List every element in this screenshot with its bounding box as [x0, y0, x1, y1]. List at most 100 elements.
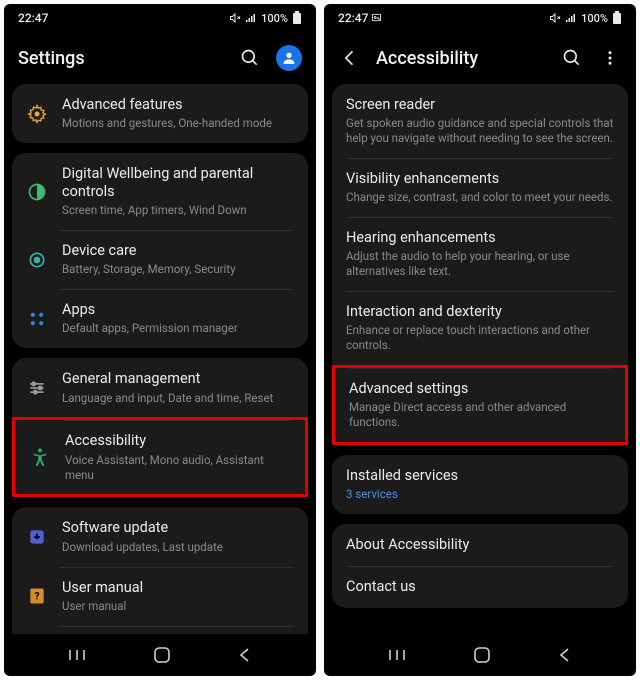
item-label: Hearing enhancements	[346, 229, 614, 247]
item-text: Device care Battery, Storage, Memory, Sec…	[62, 242, 294, 277]
settings-item-about-phone[interactable]: About phoneStatus, Legal information, Ph…	[12, 626, 308, 634]
settings-item-screen-reader[interactable]: Screen reader Get spoken audio guidance a…	[332, 84, 628, 158]
settings-group: Installed services 3 services	[332, 455, 628, 514]
accessibility-list[interactable]: Screen reader Get spoken audio guidance a…	[324, 84, 636, 634]
item-label: Installed services	[346, 467, 614, 485]
nav-home[interactable]	[153, 646, 171, 664]
item-desc: Adjust the audio to help your hearing, o…	[346, 249, 614, 279]
item-desc: Battery, Storage, Memory, Security	[62, 262, 294, 277]
item-label: Interaction and dexterity	[346, 303, 614, 321]
header: Accessibility	[324, 32, 636, 84]
item-text: General managementLanguage and input, Da…	[62, 370, 294, 405]
item-text: Screen reader Get spoken audio guidance a…	[346, 96, 614, 146]
mute-icon	[229, 12, 241, 24]
item-desc: 3 services	[346, 487, 614, 502]
profile-avatar[interactable]	[276, 45, 302, 71]
settings-item-about-accessibility[interactable]: About Accessibility	[332, 524, 628, 566]
nav-back[interactable]	[237, 647, 253, 663]
item-label: Visibility enhancements	[346, 170, 614, 188]
settings-item-contact-us[interactable]: Contact us	[332, 566, 628, 608]
svg-text:?: ?	[35, 591, 40, 602]
more-button[interactable]	[598, 46, 622, 70]
settings-item-software-update[interactable]: Software updateDownload updates, Last up…	[12, 507, 308, 566]
battery-icon	[292, 11, 302, 25]
back-button[interactable]	[338, 46, 362, 70]
item-label: Apps	[62, 301, 294, 319]
item-label: Digital Wellbeing and parental controls	[62, 165, 294, 201]
battery-pct: 100%	[261, 12, 288, 25]
item-desc: Default apps, Permission manager	[62, 321, 294, 336]
nav-recent[interactable]	[387, 648, 407, 662]
settings-item-hearing-enhancements[interactable]: Hearing enhancements Adjust the audio to …	[332, 217, 628, 291]
settings-screen: 22:47 100% Settings Advanced features Mot…	[4, 4, 316, 676]
settings-item-visibility-enhancements[interactable]: Visibility enhancements Change size, cont…	[332, 158, 628, 217]
apps-icon	[26, 308, 48, 330]
item-desc: Enhance or replace touch interactions an…	[346, 323, 614, 353]
item-desc: Motions and gestures, One-handed mode	[62, 116, 294, 131]
status-right: 100%	[549, 11, 622, 25]
item-text: Hearing enhancements Adjust the audio to …	[346, 229, 614, 279]
search-button[interactable]	[560, 46, 584, 70]
general-mgmt-icon	[26, 377, 48, 399]
item-desc: User manual	[62, 599, 294, 614]
settings-list[interactable]: Advanced features Motions and gestures, O…	[4, 84, 316, 634]
item-label: Screen reader	[346, 96, 614, 114]
page-title: Accessibility	[376, 48, 546, 69]
nav-recent[interactable]	[67, 648, 87, 662]
mute-icon	[549, 12, 561, 24]
settings-item-general-management[interactable]: General managementLanguage and input, Da…	[12, 358, 308, 417]
status-bar: 22:47 100%	[324, 4, 636, 32]
settings-group: Advanced features Motions and gestures, O…	[12, 84, 308, 143]
item-text: User manual User manual	[62, 579, 294, 614]
settings-group: General managementLanguage and input, Da…	[12, 358, 308, 497]
item-label: Accessibility	[65, 432, 291, 450]
header: Settings	[4, 32, 316, 84]
nav-back[interactable]	[557, 647, 573, 663]
settings-item-interaction-and-dexterity[interactable]: Interaction and dexterity Enhance or repl…	[332, 291, 628, 365]
settings-item-installed-services[interactable]: Installed services 3 services	[332, 455, 628, 514]
item-text: Apps Default apps, Permission manager	[62, 301, 294, 336]
signal-icon	[245, 12, 257, 24]
advanced-features-icon	[26, 103, 48, 125]
search-button[interactable]	[238, 46, 262, 70]
item-text: Advanced features Motions and gestures, O…	[62, 96, 294, 131]
item-label: User manual	[62, 579, 294, 597]
nav-bar	[4, 634, 316, 676]
user-manual-icon: ?	[26, 585, 48, 607]
settings-group: About Accessibility Contact us	[332, 524, 628, 608]
item-label: Software update	[62, 519, 294, 537]
page-title: Settings	[18, 48, 224, 69]
software-update-icon	[26, 526, 48, 548]
battery-icon	[612, 11, 622, 25]
item-text: Software updateDownload updates, Last up…	[62, 519, 294, 554]
status-time: 22:47	[18, 11, 48, 25]
item-text: Installed services 3 services	[346, 467, 614, 502]
settings-item-accessibility[interactable]: AccessibilityVoice Assistant, Mono audio…	[12, 417, 308, 497]
wellbeing-icon	[26, 181, 48, 203]
battery-pct: 100%	[581, 12, 608, 25]
status-time: 22:47	[338, 11, 382, 25]
status-right: 100%	[229, 11, 302, 25]
item-label: Device care	[62, 242, 294, 260]
item-desc: Screen time, App timers, Wind Down	[62, 203, 294, 218]
settings-item-advanced-settings[interactable]: Advanced settingsManage Direct access an…	[332, 365, 628, 445]
device-care-icon	[26, 249, 48, 271]
item-text: Digital Wellbeing and parental controls S…	[62, 165, 294, 218]
settings-item-digital-wellbeing-and-parental-controls[interactable]: Digital Wellbeing and parental controls S…	[12, 153, 308, 230]
item-text: Interaction and dexterity Enhance or repl…	[346, 303, 614, 353]
nav-bar	[324, 634, 636, 676]
nav-home[interactable]	[473, 646, 491, 664]
item-desc: Change size, contrast, and color to meet…	[346, 190, 614, 205]
item-label: About Accessibility	[346, 536, 614, 554]
settings-item-advanced-features[interactable]: Advanced features Motions and gestures, O…	[12, 84, 308, 143]
item-desc: Get spoken audio guidance and special co…	[346, 116, 614, 146]
item-label: General management	[62, 370, 294, 388]
accessibility-screen: 22:47 100% Accessibility Screen reader Ge…	[324, 4, 636, 676]
item-text: Contact us	[346, 578, 614, 596]
settings-group: Software updateDownload updates, Last up…	[12, 507, 308, 634]
settings-item-device-care[interactable]: Device care Battery, Storage, Memory, Sec…	[12, 230, 308, 289]
settings-item-user-manual[interactable]: ? User manual User manual	[12, 567, 308, 626]
item-label: Advanced features	[62, 96, 294, 114]
settings-item-apps[interactable]: Apps Default apps, Permission manager	[12, 289, 308, 348]
item-text: AccessibilityVoice Assistant, Mono audio…	[65, 432, 291, 482]
